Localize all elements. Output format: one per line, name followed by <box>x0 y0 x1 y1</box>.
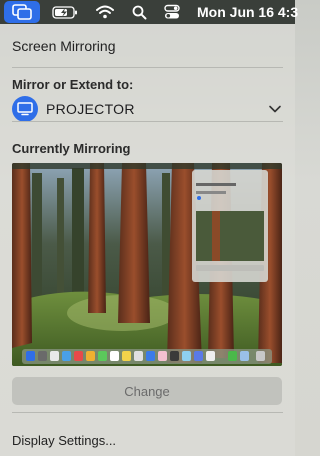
control-center-icon[interactable] <box>160 0 184 24</box>
divider <box>12 67 283 68</box>
menu-bar: Mon Jun 16 4:3 <box>0 0 298 24</box>
wifi-icon[interactable] <box>94 0 116 24</box>
battery-charging-icon[interactable] <box>50 0 80 24</box>
menu-bar-clock[interactable]: Mon Jun 16 4:3 <box>197 0 307 24</box>
device-name: PROJECTOR <box>46 101 135 117</box>
device-select-projector[interactable]: PROJECTOR <box>12 96 282 122</box>
display-icon <box>12 96 38 122</box>
divider <box>12 121 283 122</box>
change-button[interactable]: Change <box>12 377 282 405</box>
spotlight-search-icon[interactable] <box>128 0 150 24</box>
mirroring-preview-thumbnail <box>12 163 282 366</box>
chevron-down-icon[interactable] <box>268 102 282 116</box>
display-settings-link[interactable]: Display Settings... <box>12 433 116 448</box>
panel-title: Screen Mirroring <box>12 38 116 54</box>
mirror-extend-label: Mirror or Extend to: <box>12 77 134 92</box>
currently-mirroring-label: Currently Mirroring <box>12 141 131 156</box>
screen-mirroring-panel: Screen Mirroring Mirror or Extend to: PR… <box>0 24 295 456</box>
divider <box>12 412 283 413</box>
screen-mirroring-icon[interactable] <box>4 1 40 23</box>
